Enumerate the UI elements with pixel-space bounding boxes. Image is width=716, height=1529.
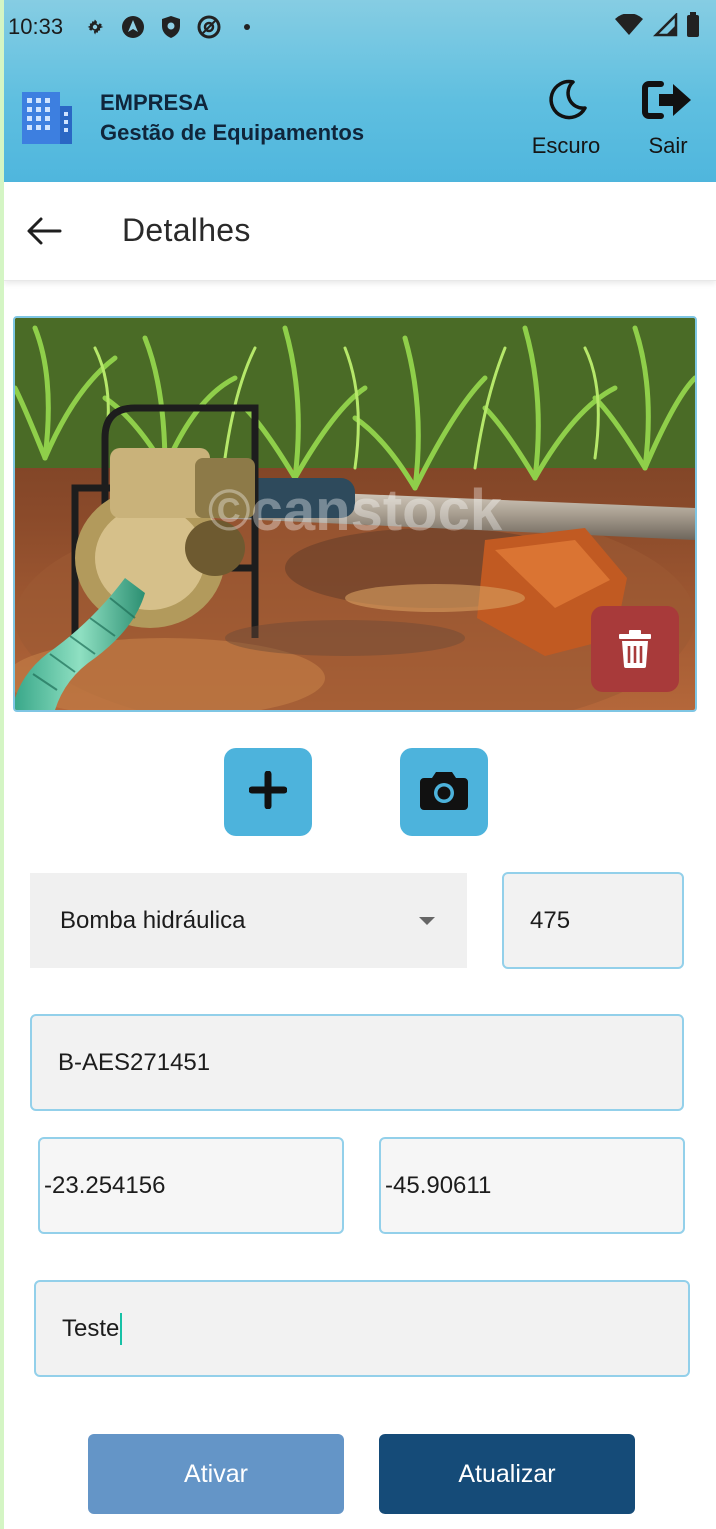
longitude-value: -45.90611 — [385, 1171, 492, 1199]
company-name: EMPRESA — [100, 90, 209, 115]
update-button[interactable]: Atualizar — [379, 1434, 635, 1514]
serial-field[interactable]: B-AES271451 — [30, 1014, 684, 1111]
trash-icon — [618, 630, 652, 668]
sync-icon — [197, 15, 221, 39]
camera-button[interactable] — [400, 748, 488, 836]
logout-icon — [641, 78, 695, 127]
add-photo-button[interactable] — [224, 748, 312, 836]
navigation-icon — [121, 15, 145, 39]
battery-icon — [686, 12, 700, 43]
serial-value: B-AES271451 — [58, 1048, 211, 1076]
activate-button[interactable]: Ativar — [88, 1434, 344, 1514]
photo-watermark: ©canstock — [208, 478, 503, 543]
moon-icon — [543, 78, 589, 127]
settings-icon — [83, 15, 107, 39]
logout-button[interactable]: Sair — [638, 78, 698, 159]
dropdown-caret-icon — [419, 917, 435, 925]
shield-icon — [159, 15, 183, 39]
equipment-type-select[interactable]: Bomba hidráulica — [30, 873, 467, 968]
brand-text: EMPRESA Gestão de Equipamentos — [100, 88, 364, 148]
equipment-photo: ©canstock — [13, 316, 697, 712]
quantity-value: 475 — [530, 906, 571, 934]
latitude-value: -23.254156 — [44, 1171, 166, 1199]
signal-icon — [652, 11, 678, 42]
latitude-field[interactable]: -23.254156 — [38, 1137, 344, 1234]
description-field[interactable]: Teste — [34, 1280, 690, 1377]
app-subtitle: Gestão de Equipamentos — [100, 120, 365, 145]
building-icon — [20, 90, 74, 146]
camera-icon — [420, 770, 468, 815]
description-value: Teste — [62, 1314, 120, 1342]
arrow-back-icon[interactable] — [26, 216, 62, 246]
status-time: 10:33 — [8, 14, 64, 39]
text-cursor — [120, 1312, 123, 1345]
delete-photo-button[interactable] — [591, 606, 679, 692]
quantity-field[interactable]: 475 — [502, 872, 684, 969]
longitude-field[interactable]: -45.90611 — [379, 1137, 685, 1234]
status-right — [614, 11, 700, 43]
dot-icon — [235, 15, 259, 39]
plus-icon — [248, 770, 288, 814]
status-bar: 10:33 — [8, 10, 708, 44]
page-title-bar: Detalhes — [4, 182, 716, 281]
brand: EMPRESA Gestão de Equipamentos — [20, 88, 364, 148]
app-header: 10:33 EMPRESA Gestão de Equipamentos Esc… — [4, 0, 716, 182]
dark-mode-button[interactable]: Escuro — [526, 78, 606, 159]
page-title: Detalhes — [122, 212, 251, 248]
dark-mode-label: Escuro — [531, 133, 601, 158]
app-frame: 10:33 EMPRESA Gestão de Equipamentos Esc… — [4, 0, 716, 1529]
activate-label: Ativar — [184, 1459, 248, 1488]
update-label: Atualizar — [458, 1459, 556, 1488]
equipment-type-value: Bomba hidráulica — [60, 906, 246, 934]
wifi-icon — [614, 13, 644, 41]
logout-label: Sair — [648, 133, 688, 158]
